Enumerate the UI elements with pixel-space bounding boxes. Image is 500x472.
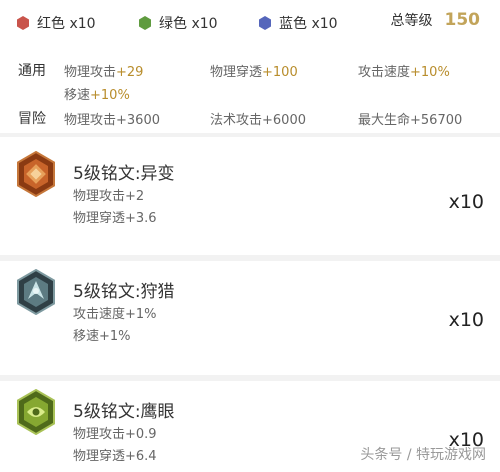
rune-stat: 攻击速度+1% — [73, 307, 157, 322]
general-stat: 物理穿透+100 — [210, 65, 298, 80]
watermark: 头条号 / 特玩游戏网 — [360, 447, 486, 463]
rune-title: 5级铭文:狩猎 — [73, 282, 175, 302]
blue-gem-icon — [259, 16, 271, 30]
total-level: 总等级 150 — [391, 10, 481, 30]
green-gem-label: 绿色 x10 — [159, 16, 218, 32]
total-level-label: 总等级 — [390, 13, 433, 29]
rune-count: x10 — [448, 309, 484, 331]
rune-stat: 物理穿透+3.6 — [73, 211, 157, 226]
rune-title: 5级铭文:鹰眼 — [73, 402, 175, 422]
rune-stat: 移速+1% — [73, 329, 131, 344]
rune-stat: 物理攻击+0.9 — [73, 427, 157, 442]
red-gem-icon — [17, 16, 29, 30]
general-stat: 移速+10% — [64, 88, 130, 103]
rune-stat: 物理攻击+2 — [73, 189, 145, 204]
rune-stat: 物理穿透+6.4 — [73, 449, 157, 464]
general-category-label: 通用 — [18, 63, 46, 79]
rune-card[interactable]: 5级铭文:狩猎 攻击速度+1% 移速+1% x10 — [0, 261, 500, 379]
red-rune-icon — [17, 151, 55, 197]
general-stat: 物理攻击+29 — [64, 65, 144, 80]
general-stat: 攻击速度+10% — [358, 65, 450, 80]
green-gem-summary: 绿色 x10 — [138, 13, 218, 33]
adventure-stat: 最大生命+56700 — [358, 113, 463, 128]
adventure-stat: 法术攻击+6000 — [210, 113, 306, 128]
green-rune-icon — [17, 389, 55, 435]
adventure-stat: 物理攻击+3600 — [64, 113, 160, 128]
rune-title: 5级铭文:异变 — [73, 164, 175, 184]
rune-card[interactable]: 5级铭文:异变 物理攻击+2 物理穿透+3.6 x10 — [0, 137, 500, 255]
blue-gem-summary: 蓝色 x10 — [258, 13, 338, 33]
red-gem-label: 红色 x10 — [37, 16, 96, 32]
blue-rune-icon — [17, 269, 55, 315]
rune-count: x10 — [448, 191, 484, 213]
adventure-category-label: 冒险 — [18, 111, 46, 127]
blue-gem-label: 蓝色 x10 — [279, 16, 338, 32]
rune-summary-bar: 红色 x10 绿色 x10 蓝色 x10 总等级 150 — [0, 0, 500, 44]
red-gem-summary: 红色 x10 — [16, 13, 96, 33]
green-gem-icon — [139, 16, 151, 30]
total-level-value: 150 — [444, 10, 481, 30]
